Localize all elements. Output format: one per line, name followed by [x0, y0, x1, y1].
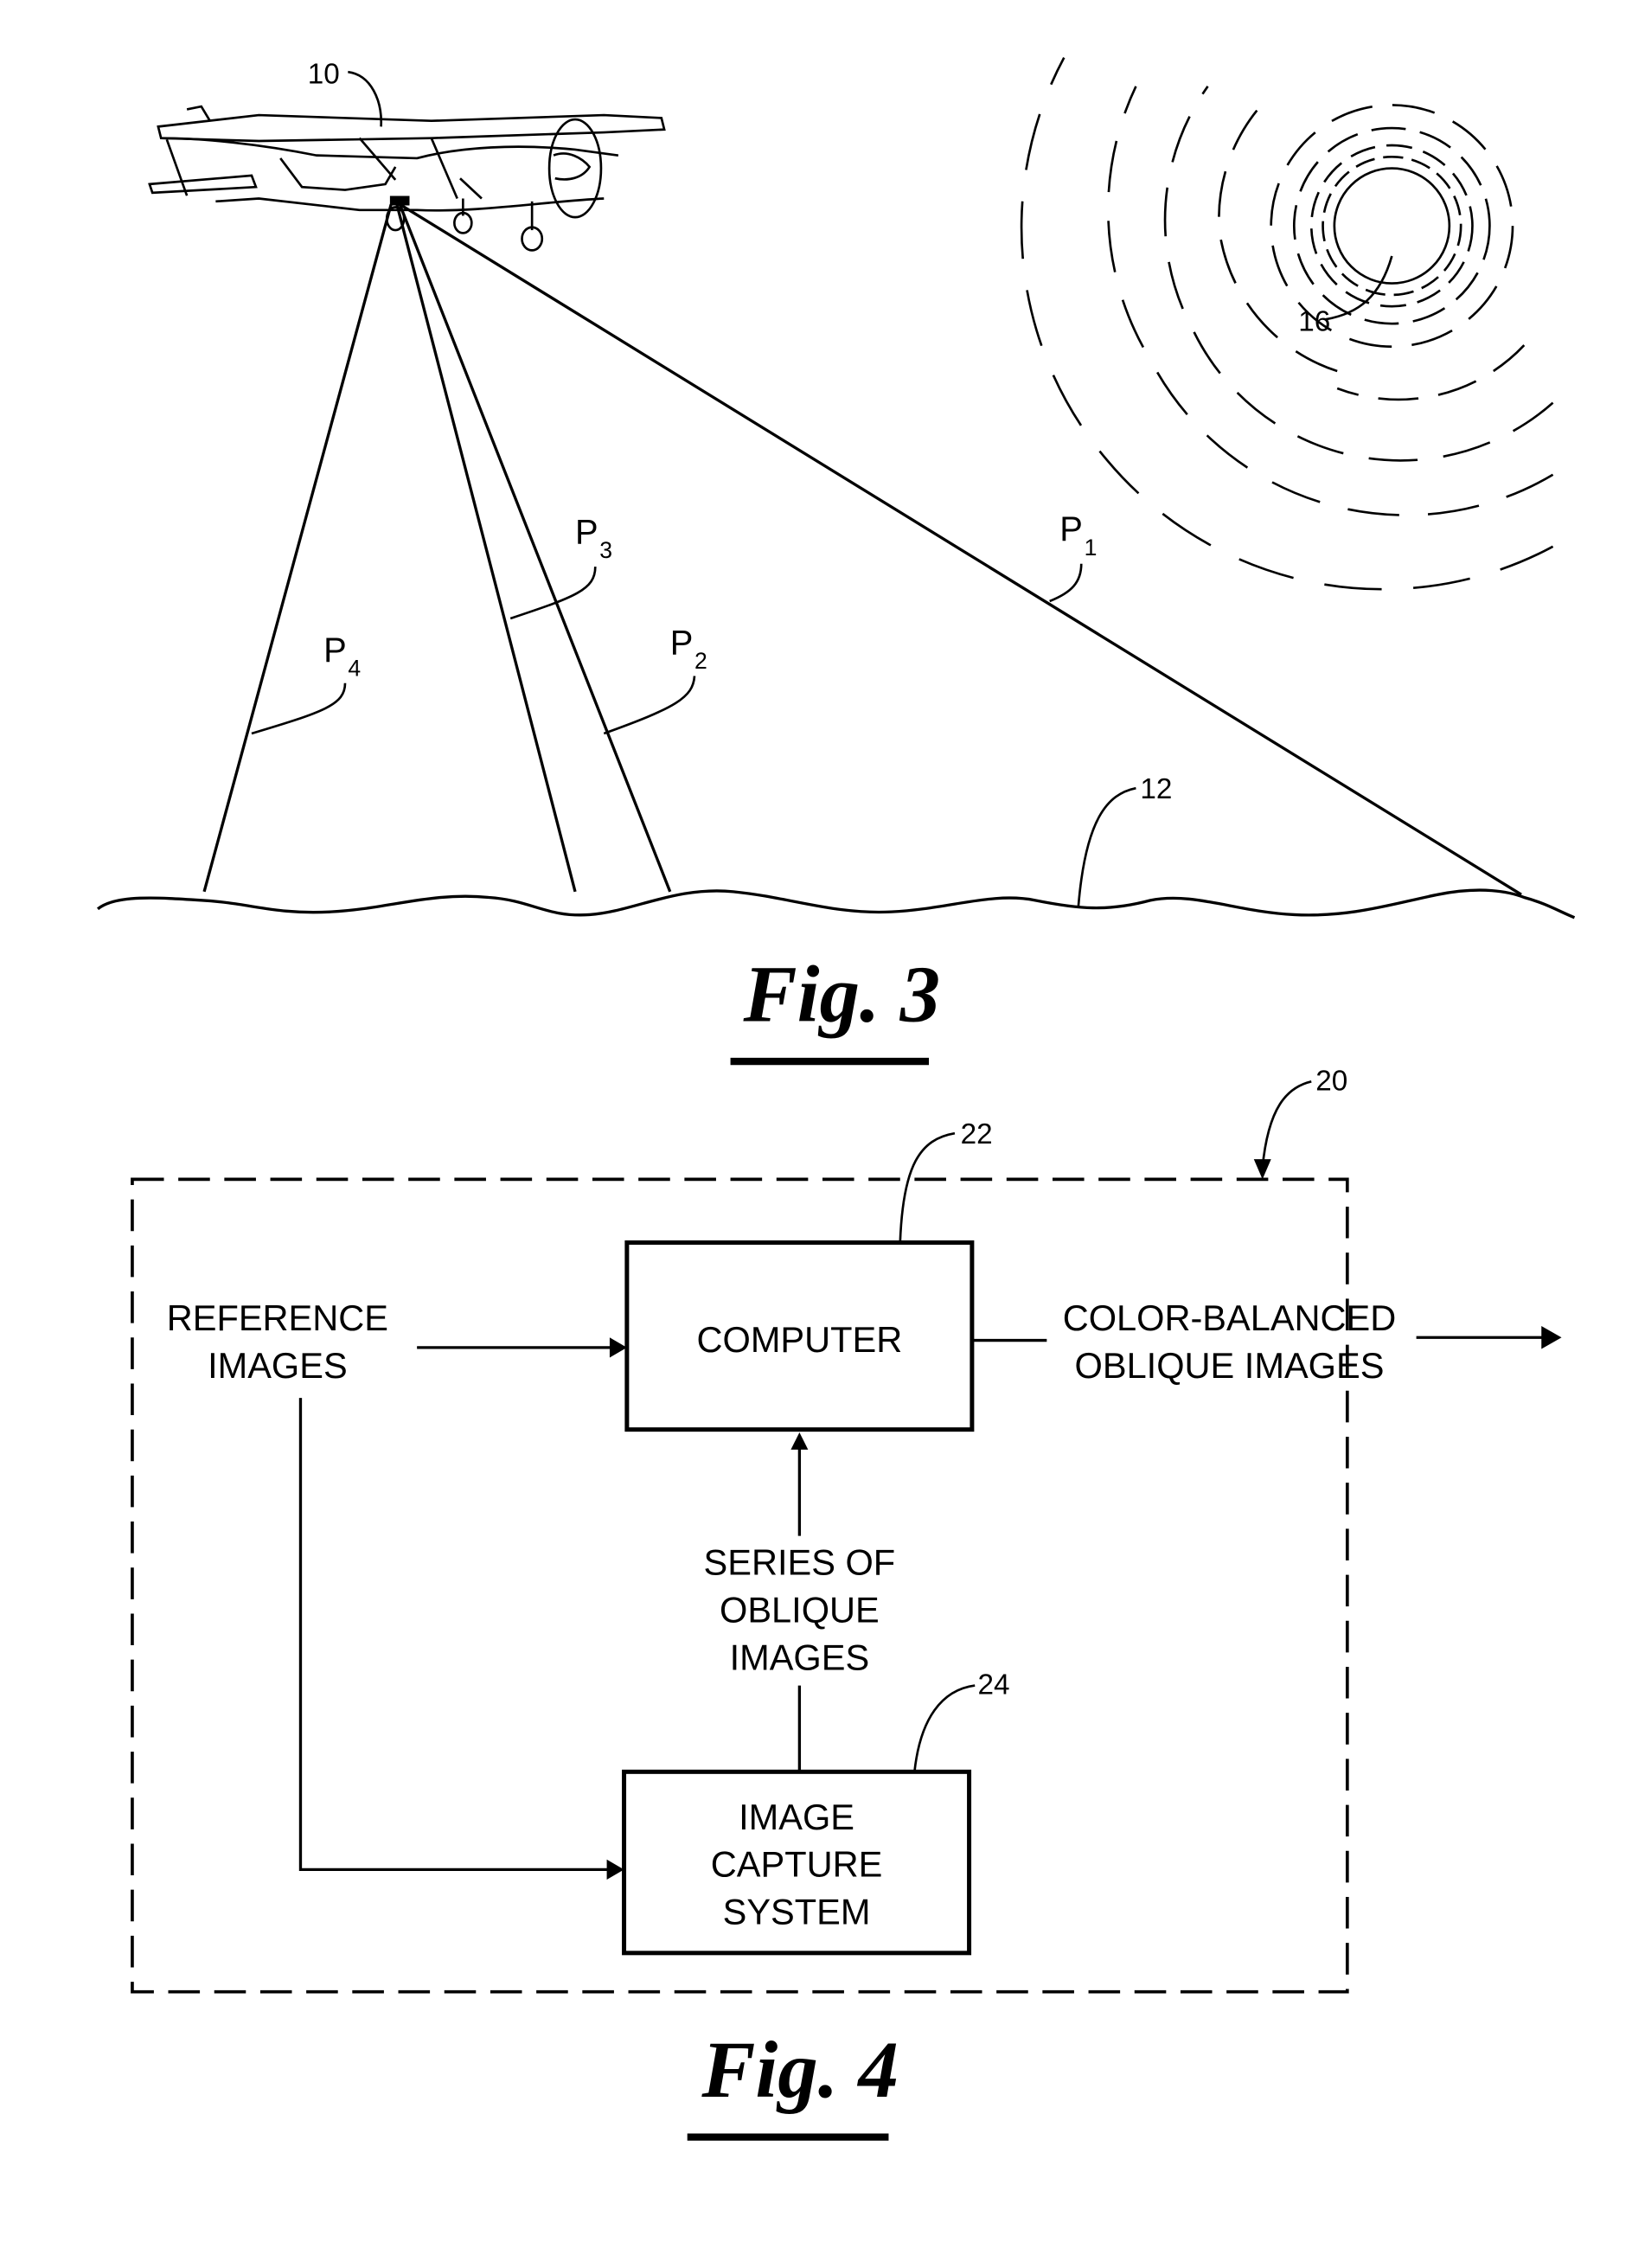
- aircraft-icon: [148, 105, 666, 252]
- path-label-p1: P 1: [1049, 510, 1098, 603]
- svg-text:P: P: [670, 625, 694, 663]
- figure-4: 20 COMPUTER 22 REFERENCE IMAGES COLOR-BA…: [131, 1065, 1562, 2141]
- path-p3-line: [395, 203, 577, 893]
- series-line3: IMAGES: [730, 1637, 870, 1677]
- path-label-p4: P 4: [251, 631, 361, 735]
- path-label-p3: P 3: [509, 514, 612, 620]
- ref-label-system: 20: [1315, 1065, 1347, 1097]
- svg-text:P: P: [575, 514, 598, 552]
- path-label-p2: P 2: [603, 625, 707, 735]
- path-p1-line: [399, 202, 1522, 896]
- arrowhead-system: [1253, 1159, 1271, 1180]
- svg-text:4: 4: [348, 655, 361, 681]
- ref-label-ground: 12: [1140, 773, 1172, 805]
- path-p2-line: [398, 203, 672, 893]
- figure-3: 10 16 P 1 P 2 P 3 P 4 12 Fig. 3: [96, 56, 1576, 1066]
- ref-label-aircraft: 10: [308, 59, 340, 91]
- figure-3-caption: Fig. 3: [743, 950, 941, 1039]
- capture-line3: SYSTEM: [723, 1892, 871, 1932]
- series-line2: OBLIQUE: [720, 1589, 880, 1630]
- reference-images-line2: IMAGES: [208, 1345, 348, 1386]
- leader-line-computer: [899, 1131, 956, 1243]
- capture-line2: CAPTURE: [711, 1844, 883, 1885]
- leader-line-system: [1261, 1080, 1312, 1169]
- color-balanced-line2: OBLIQUE IMAGES: [1075, 1345, 1385, 1386]
- ref-label-capture: 24: [978, 1669, 1010, 1701]
- arrow-reference-to-capture: [298, 1398, 613, 1872]
- ref-label-sun: 16: [1298, 305, 1330, 337]
- figure-4-caption: Fig. 4: [701, 2026, 899, 2115]
- sun-icon: [1020, 56, 1554, 591]
- svg-text:2: 2: [694, 648, 707, 674]
- svg-text:3: 3: [599, 537, 612, 563]
- ref-label-computer: 22: [961, 1118, 993, 1150]
- ground-line: [96, 888, 1576, 919]
- computer-label: COMPUTER: [697, 1319, 903, 1360]
- capture-line1: IMAGE: [739, 1797, 854, 1837]
- color-balanced-line1: COLOR-BALANCED: [1063, 1297, 1397, 1338]
- leader-line-capture: [913, 1684, 976, 1772]
- patent-drawing-sheet: 10 16 P 1 P 2 P 3 P 4 12 Fig. 3 20 COMPU…: [96, 56, 1576, 2141]
- svg-text:P: P: [1059, 510, 1083, 548]
- svg-text:1: 1: [1085, 535, 1098, 561]
- series-line1: SERIES OF: [704, 1542, 896, 1583]
- svg-text:P: P: [323, 631, 347, 670]
- leader-line-ground: [1077, 786, 1136, 907]
- reference-images-line1: REFERENCE: [167, 1297, 388, 1338]
- path-p4-line: [202, 203, 393, 893]
